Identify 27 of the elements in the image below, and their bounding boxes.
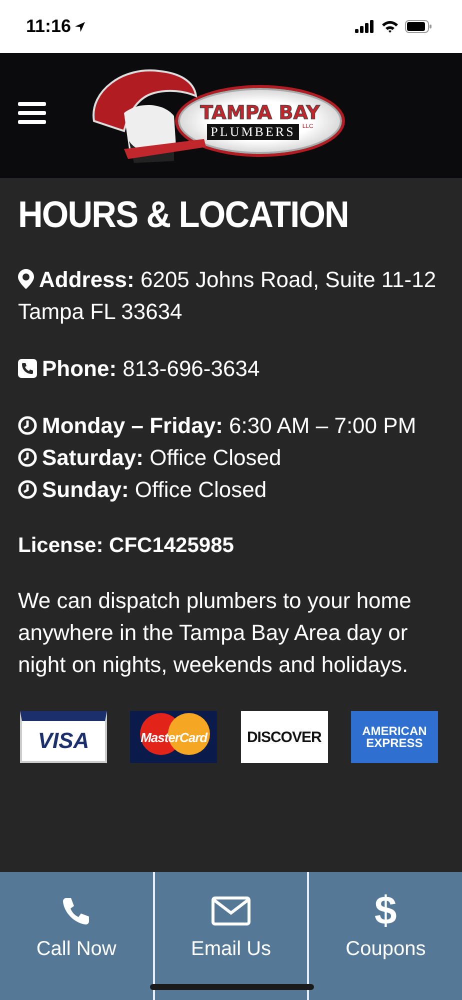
menu-icon — [18, 102, 46, 124]
wifi-icon — [381, 20, 399, 33]
signal-icon — [355, 20, 375, 33]
battery-icon — [405, 20, 432, 33]
envelope-icon — [211, 894, 251, 928]
hours-text: Saturday: Office Closed — [18, 442, 444, 474]
hours-text: Sunday: Office Closed — [18, 474, 444, 506]
clock-icon — [18, 416, 37, 435]
license-text: License: CFC1425985 — [18, 533, 235, 559]
payment-card: DISCOVER — [240, 711, 328, 763]
location-arrow-icon — [74, 20, 86, 32]
hours-text: Monday – Friday: 6:30 AM – 7:00 PM — [18, 410, 444, 442]
phone-text: Phone: 813-696-3634 — [18, 353, 444, 385]
phone-icon — [18, 359, 37, 378]
clock-icon — [18, 448, 37, 467]
payment-card: AMERICAN EXPRESS — [350, 711, 438, 763]
address-text: Address: 6205 Johns Road, Suite 11-12 Tampa FL 33634 — [18, 266, 438, 326]
logo-subtitle: PLUMBERS — [206, 124, 300, 140]
menu-button[interactable] — [18, 102, 46, 124]
page-heading: HOURS & LOCATION — [18, 193, 348, 237]
clock-icon — [18, 480, 37, 499]
nav-button[interactable]: Call Now — [0, 872, 153, 1000]
clock-time: 11:16 — [26, 16, 72, 37]
payment-card: VISA — [20, 711, 107, 763]
map-pin-icon — [18, 269, 34, 289]
service-note: We can dispatch plumbers to your home anywhere in the Tampa Bay Area day or night on nights, weekends and holidays. — [18, 587, 412, 679]
logo-title: TAMPA BAY — [200, 102, 320, 124]
